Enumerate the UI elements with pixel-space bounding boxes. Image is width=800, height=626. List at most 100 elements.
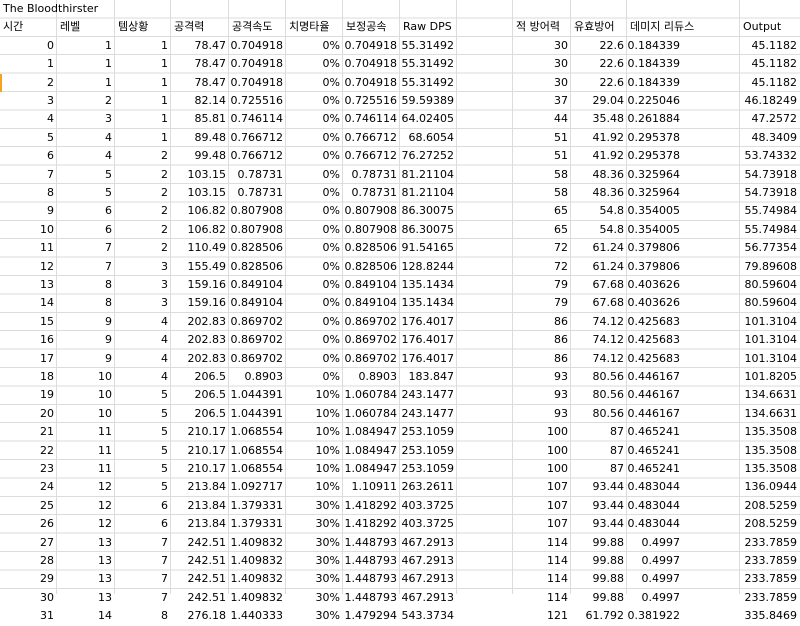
table-cell[interactable] bbox=[683, 129, 740, 147]
table-cell[interactable]: 45.1182 bbox=[740, 74, 800, 92]
table-cell[interactable]: 121 bbox=[513, 607, 571, 625]
table-cell[interactable]: 253.1059 bbox=[400, 442, 457, 460]
table-cell[interactable]: 72 bbox=[513, 239, 571, 257]
table-cell[interactable] bbox=[457, 221, 513, 239]
table-cell[interactable]: 253.1059 bbox=[400, 423, 457, 441]
table-cell[interactable]: 213.84 bbox=[171, 497, 229, 515]
table-cell[interactable]: 89.48 bbox=[171, 129, 229, 147]
table-cell[interactable]: 55.74984 bbox=[740, 221, 800, 239]
table-cell[interactable]: 243.1477 bbox=[400, 405, 457, 423]
table-cell[interactable]: 100 bbox=[513, 423, 571, 441]
table-cell[interactable] bbox=[683, 423, 740, 441]
table-cell[interactable]: 74.12 bbox=[571, 350, 627, 368]
table-cell[interactable]: 10 bbox=[57, 386, 115, 404]
header-cell[interactable] bbox=[457, 18, 513, 36]
table-cell[interactable] bbox=[457, 331, 513, 349]
table-cell[interactable]: 27 bbox=[0, 534, 57, 552]
table-cell[interactable]: 0.325964 bbox=[627, 184, 683, 202]
table-cell[interactable]: 13 bbox=[57, 534, 115, 552]
table-cell[interactable] bbox=[683, 184, 740, 202]
table-cell[interactable]: 51 bbox=[513, 129, 571, 147]
table-cell[interactable]: 7 bbox=[57, 258, 115, 276]
table-cell[interactable]: 0.78731 bbox=[343, 184, 400, 202]
table-cell[interactable]: 0.425683 bbox=[627, 350, 683, 368]
table-cell[interactable]: 0.725516 bbox=[229, 92, 286, 110]
table-cell[interactable]: 41.92 bbox=[571, 147, 627, 165]
table-cell[interactable]: 0% bbox=[286, 55, 343, 73]
table-cell[interactable]: 25 bbox=[0, 497, 57, 515]
table-cell[interactable]: 10 bbox=[57, 368, 115, 386]
table-cell[interactable]: 0% bbox=[286, 331, 343, 349]
table-cell[interactable]: 0.704918 bbox=[229, 74, 286, 92]
table-cell[interactable]: 9 bbox=[57, 350, 115, 368]
table-cell[interactable] bbox=[683, 221, 740, 239]
table-cell[interactable]: 1 bbox=[115, 74, 171, 92]
table-cell[interactable]: 5 bbox=[57, 166, 115, 184]
table-cell[interactable]: 1.060784 bbox=[343, 386, 400, 404]
table-cell[interactable]: 4 bbox=[115, 350, 171, 368]
table-cell[interactable]: 56.77354 bbox=[740, 239, 800, 257]
table-cell[interactable]: 74.12 bbox=[571, 331, 627, 349]
table-cell[interactable]: 15 bbox=[0, 313, 57, 331]
table-cell[interactable]: 76.27252 bbox=[400, 147, 457, 165]
table-cell[interactable] bbox=[683, 570, 740, 588]
table-cell[interactable]: 18 bbox=[0, 368, 57, 386]
table-cell[interactable]: 1.044391 bbox=[229, 386, 286, 404]
table-cell[interactable]: 213.84 bbox=[171, 515, 229, 533]
table-cell[interactable]: 93.44 bbox=[571, 515, 627, 533]
table-cell[interactable]: 1.418292 bbox=[343, 515, 400, 533]
table-cell[interactable]: 0% bbox=[286, 258, 343, 276]
table-cell[interactable]: 5 bbox=[115, 460, 171, 478]
table-cell[interactable]: 6 bbox=[115, 515, 171, 533]
table-cell[interactable]: 29.04 bbox=[571, 92, 627, 110]
table-cell[interactable]: 30% bbox=[286, 515, 343, 533]
table-cell[interactable]: 85.81 bbox=[171, 110, 229, 128]
table-cell[interactable]: 0.4997 bbox=[627, 552, 683, 570]
table-cell[interactable]: 1 bbox=[115, 37, 171, 55]
table-cell[interactable]: 30 bbox=[0, 589, 57, 607]
table-cell[interactable]: 242.51 bbox=[171, 589, 229, 607]
table-cell[interactable]: 0.704918 bbox=[229, 37, 286, 55]
table-cell[interactable] bbox=[683, 294, 740, 312]
table-cell[interactable] bbox=[457, 184, 513, 202]
table-cell[interactable]: 79.89608 bbox=[740, 258, 800, 276]
table-cell[interactable]: 81.21104 bbox=[400, 184, 457, 202]
table-cell[interactable]: 24 bbox=[0, 478, 57, 496]
table-cell[interactable]: 48.36 bbox=[571, 184, 627, 202]
table-cell[interactable]: 11 bbox=[57, 442, 115, 460]
table-cell[interactable]: 0.849104 bbox=[343, 276, 400, 294]
table-cell[interactable]: 202.83 bbox=[171, 350, 229, 368]
table-cell[interactable]: 5 bbox=[0, 129, 57, 147]
table-cell[interactable] bbox=[683, 442, 740, 460]
header-cell[interactable]: 치명타율 bbox=[286, 18, 343, 36]
table-cell[interactable]: 0.8903 bbox=[229, 368, 286, 386]
table-cell[interactable]: 11 bbox=[57, 423, 115, 441]
table-cell[interactable] bbox=[683, 607, 740, 625]
table-cell[interactable]: 276.18 bbox=[171, 607, 229, 625]
table-cell[interactable]: 80.59604 bbox=[740, 276, 800, 294]
table-cell[interactable]: 3 bbox=[0, 92, 57, 110]
table-cell[interactable]: 0% bbox=[286, 202, 343, 220]
table-cell[interactable]: 1.418292 bbox=[343, 497, 400, 515]
table-cell[interactable]: 0.403626 bbox=[627, 294, 683, 312]
table-cell[interactable]: 65 bbox=[513, 221, 571, 239]
table-cell[interactable]: 233.7859 bbox=[740, 570, 800, 588]
table-cell[interactable]: 78.47 bbox=[171, 55, 229, 73]
table-cell[interactable]: 10 bbox=[57, 405, 115, 423]
table-cell[interactable]: 135.1434 bbox=[400, 276, 457, 294]
table-cell[interactable]: 0.766712 bbox=[229, 129, 286, 147]
table-cell[interactable] bbox=[457, 405, 513, 423]
table-cell[interactable]: 335.8469 bbox=[740, 607, 800, 625]
table-cell[interactable]: 53.74332 bbox=[740, 147, 800, 165]
header-cell[interactable]: 유효방어 bbox=[571, 18, 627, 36]
table-cell[interactable]: 86 bbox=[513, 331, 571, 349]
table-cell[interactable]: 87 bbox=[571, 442, 627, 460]
table-cell[interactable]: 2 bbox=[115, 166, 171, 184]
table-cell[interactable]: 208.5259 bbox=[740, 515, 800, 533]
table-cell[interactable]: 1 bbox=[57, 55, 115, 73]
table-cell[interactable]: 1 bbox=[115, 92, 171, 110]
table-cell[interactable]: 13 bbox=[57, 552, 115, 570]
table-cell[interactable]: 0% bbox=[286, 37, 343, 55]
table-cell[interactable]: 0.446167 bbox=[627, 368, 683, 386]
table-cell[interactable] bbox=[683, 166, 740, 184]
